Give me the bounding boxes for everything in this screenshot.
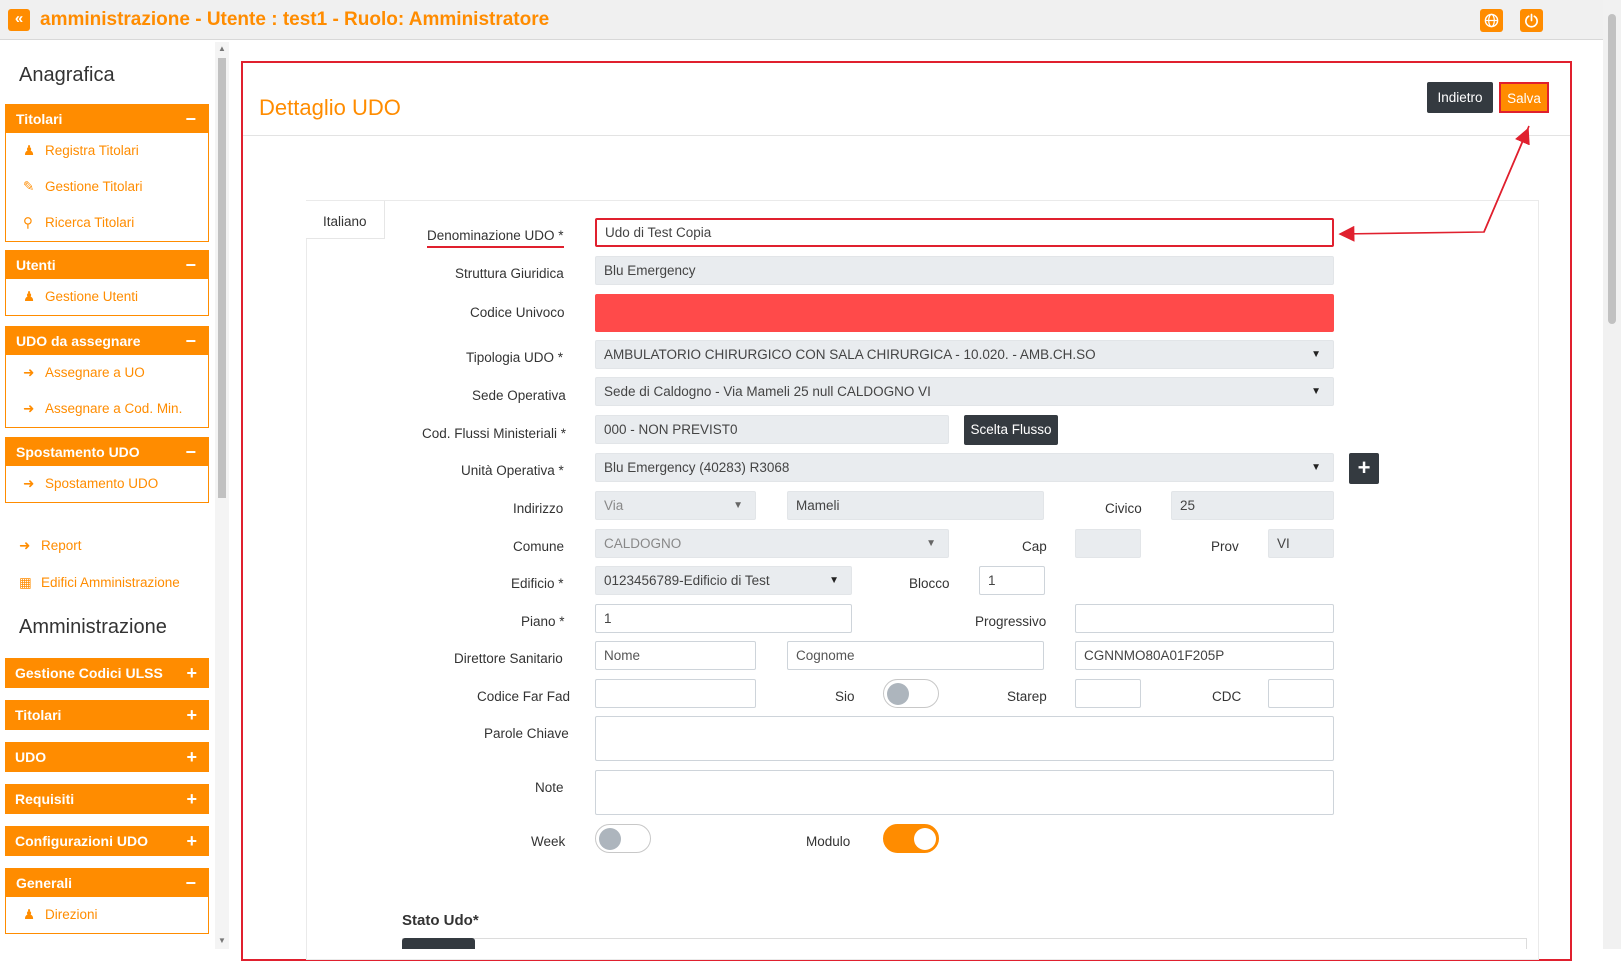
annotation-arrow <box>1338 125 1530 242</box>
